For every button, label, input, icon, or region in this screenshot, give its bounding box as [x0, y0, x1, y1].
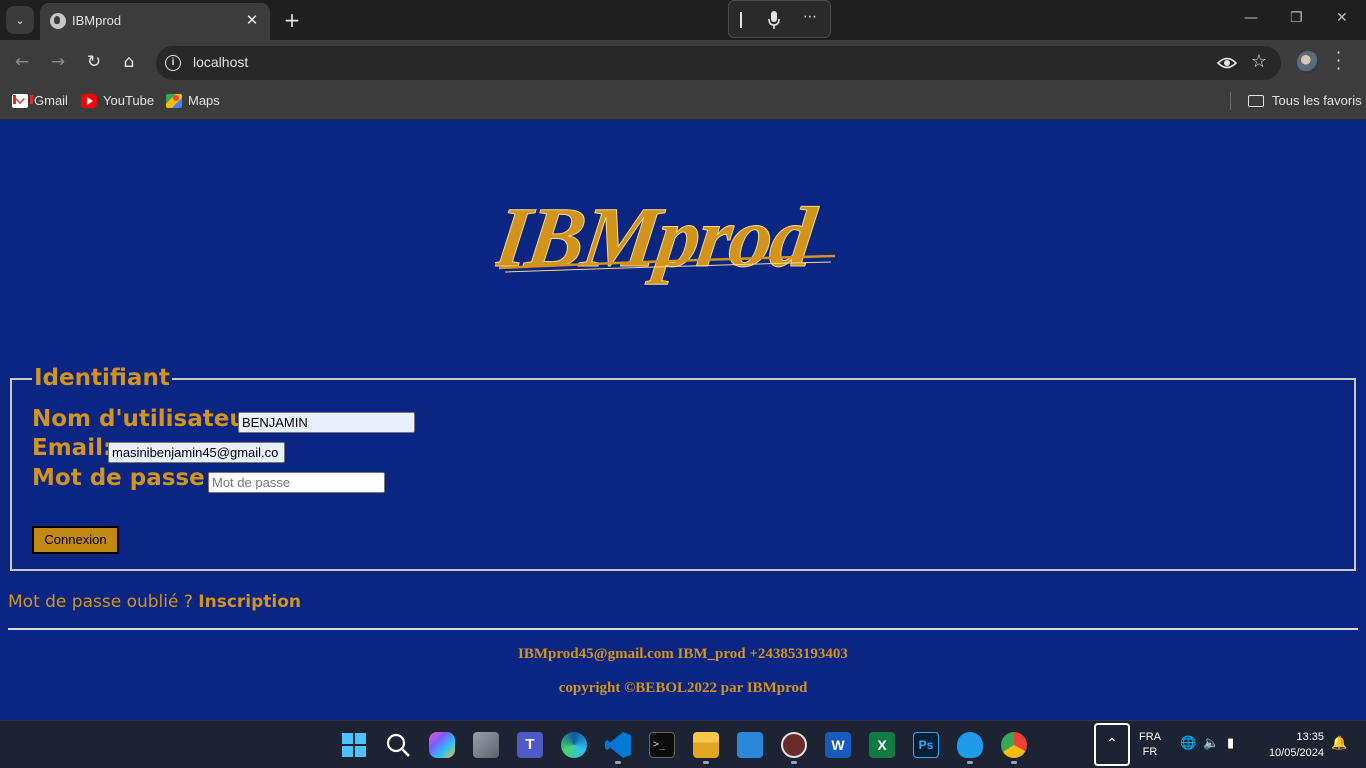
- all-bookmarks-button[interactable]: Tous les favoris: [1248, 93, 1362, 108]
- forgot-password-link[interactable]: Mot de passe oublié ?: [8, 592, 193, 612]
- url-text[interactable]: localhost: [193, 54, 248, 70]
- file-explorer-icon[interactable]: [693, 732, 719, 758]
- minimize-icon[interactable]: —: [1244, 10, 1258, 26]
- login-fieldset: Identifiant Nom d'utilisateur: BENJAMIN …: [10, 365, 1356, 571]
- email-label: Email:: [32, 435, 113, 461]
- language-indicator[interactable]: FRA FR: [1139, 730, 1161, 760]
- task-view-icon[interactable]: [473, 732, 499, 758]
- bookmark-label: Maps: [188, 93, 220, 108]
- password-label: Mot de passe :: [32, 465, 222, 491]
- all-bookmarks-label: Tous les favoris: [1272, 93, 1362, 108]
- forward-arrow-icon[interactable]: →: [46, 50, 70, 74]
- bookmark-gmail[interactable]: Gmail: [12, 93, 68, 108]
- notification-bell-icon[interactable]: 🔔: [1331, 736, 1347, 751]
- register-link[interactable]: Inscription: [198, 592, 301, 612]
- email-input[interactable]: masinibenjamin45@gmail.co: [108, 442, 285, 463]
- profile-avatar[interactable]: [1297, 51, 1319, 73]
- connexion-button[interactable]: Connexion: [32, 526, 119, 554]
- tab-search-button[interactable]: ⌄: [6, 6, 34, 34]
- bookmarks-bar: Gmail YouTube Maps Tous les favoris: [0, 84, 1366, 120]
- keyboard-layout: FR: [1142, 746, 1158, 758]
- home-icon[interactable]: ⌂: [117, 50, 141, 74]
- mail-icon[interactable]: [737, 732, 763, 758]
- edge-icon[interactable]: [561, 732, 587, 758]
- tab-title: IBMprod: [72, 13, 122, 28]
- password-input[interactable]: Mot de passe: [208, 472, 385, 493]
- footer-copyright: copyright ©BEBOL2022 par IBMprod: [558, 680, 808, 696]
- more-options-icon[interactable]: ⋯: [803, 9, 818, 25]
- gmail-icon: [12, 93, 33, 108]
- running-indicator: [703, 761, 709, 764]
- app-icon[interactable]: [957, 732, 983, 758]
- bookmark-maps[interactable]: Maps: [166, 93, 220, 108]
- chrome-icon[interactable]: [1001, 732, 1027, 758]
- username-label: Nom d'utilisateur:: [32, 406, 267, 432]
- username-input[interactable]: BENJAMIN: [238, 412, 415, 433]
- running-indicator: [1011, 761, 1017, 764]
- bookmark-label: Gmail: [34, 93, 68, 108]
- microphone-icon[interactable]: [767, 10, 781, 30]
- divider: [8, 628, 1358, 630]
- battery-icon[interactable]: ▮: [1227, 736, 1234, 751]
- back-arrow-icon[interactable]: ←: [10, 50, 34, 74]
- forgot-password-line: Mot de passe oublié ? Inscription: [8, 592, 301, 612]
- media-player-icon[interactable]: [781, 732, 807, 758]
- youtube-icon: [81, 93, 97, 108]
- teams-icon[interactable]: T: [517, 732, 543, 758]
- address-bar[interactable]: i localhost ☆: [156, 46, 1281, 80]
- active-tab[interactable]: IBMprod ✕: [40, 3, 270, 40]
- window-close-icon[interactable]: ✕: [1336, 10, 1348, 26]
- language-code: FRA: [1139, 731, 1161, 743]
- photoshop-icon[interactable]: Ps: [913, 732, 939, 758]
- volume-icon[interactable]: 🔈: [1203, 736, 1219, 751]
- browser-menu-icon[interactable]: · · ·: [1336, 45, 1341, 77]
- eye-icon[interactable]: [1217, 54, 1237, 72]
- windows-taskbar: T >_ W X Ps ⌃ FRA FR 🌐 🔈 ▮ 13:35 10/05/2…: [0, 720, 1366, 768]
- folder-icon: [1248, 94, 1264, 107]
- word-icon[interactable]: W: [825, 732, 851, 758]
- vscode-icon[interactable]: [605, 732, 631, 758]
- cursor-icon: [740, 12, 742, 28]
- bookmark-youtube[interactable]: YouTube: [81, 93, 154, 108]
- running-indicator: [791, 761, 797, 764]
- clock-time: 13:35: [1296, 731, 1324, 743]
- terminal-icon[interactable]: >_: [649, 732, 675, 758]
- show-hidden-icons-button[interactable]: ⌃: [1094, 723, 1130, 766]
- new-tab-button[interactable]: +: [281, 9, 303, 31]
- windows-start-icon[interactable]: [341, 732, 367, 758]
- bookmark-star-icon[interactable]: ☆: [1251, 51, 1267, 72]
- reload-icon[interactable]: ↻: [82, 50, 106, 74]
- browser-toolbar: ← → ↻ ⌂ i localhost ☆ · · ·: [0, 40, 1366, 84]
- clock-date: 10/05/2024: [1268, 747, 1324, 759]
- restore-icon[interactable]: ❐: [1290, 10, 1303, 26]
- bookmarks-separator: [1230, 92, 1231, 110]
- copilot-icon[interactable]: [429, 732, 455, 758]
- close-tab-icon[interactable]: ✕: [242, 10, 262, 30]
- ibmprod-logo: IBMprod: [495, 190, 836, 285]
- globe-icon: [50, 13, 66, 29]
- running-indicator: [967, 761, 973, 764]
- running-indicator: [615, 761, 621, 764]
- excel-icon[interactable]: X: [869, 732, 895, 758]
- bookmark-label: YouTube: [103, 93, 155, 108]
- search-icon[interactable]: [385, 732, 411, 758]
- site-info-icon[interactable]: i: [165, 55, 181, 71]
- clock[interactable]: 13:35 10/05/2024: [1258, 729, 1324, 761]
- dictation-toolbar: ⋯: [728, 0, 831, 38]
- footer-contact: IBMprod45@gmail.com IBM_prod +2438531934…: [518, 646, 848, 662]
- fieldset-legend: Identifiant: [32, 365, 172, 391]
- network-icon[interactable]: 🌐: [1180, 736, 1196, 751]
- tab-strip: ⌄ IBMprod ✕ + ⋯ — ❐ ✕: [0, 0, 1366, 40]
- maps-icon: [166, 93, 182, 108]
